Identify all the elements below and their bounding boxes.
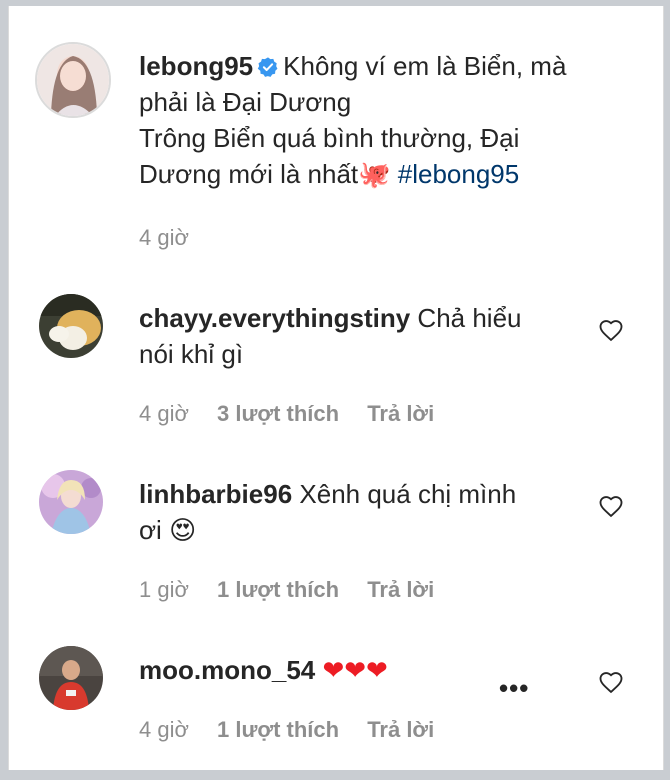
- commenter-avatar[interactable]: [39, 646, 103, 710]
- comment-likes[interactable]: 1 lượt thích: [217, 716, 339, 744]
- caption-line-2: phải là Đại Dương: [139, 87, 352, 117]
- comment-time[interactable]: 4 giờ: [139, 716, 189, 744]
- comment-line-1: Xênh quá chị mình: [299, 479, 517, 509]
- caption-line-4: Dương mới là nhất: [139, 159, 359, 189]
- comment-username[interactable]: moo.mono_54: [139, 655, 315, 685]
- comment-time[interactable]: 1 giờ: [139, 576, 189, 604]
- heart-eyes-emoji: 😍: [169, 516, 197, 546]
- comment-meta: 4 giờ 3 lượt thích Trả lời: [139, 400, 456, 428]
- caption-meta: 4 giờ: [139, 224, 211, 252]
- comment-username[interactable]: linhbarbie96: [139, 479, 292, 509]
- reply-button[interactable]: Trả lời: [367, 576, 434, 604]
- comment-meta: 4 giờ 1 lượt thích Trả lời: [139, 716, 456, 744]
- caption-text: lebong95 Không ví em là Biển, mà phải là …: [139, 48, 639, 193]
- verified-badge-icon: [257, 56, 279, 78]
- like-heart-icon[interactable]: [597, 668, 625, 696]
- caption-line-1: Không ví em là Biển, mà: [283, 51, 567, 81]
- comment-item: linhbarbie96 Xênh quá chị mình ơi 😍 1 gi…: [9, 452, 663, 628]
- reply-button[interactable]: Trả lời: [367, 400, 434, 428]
- comment-text: linhbarbie96 Xênh quá chị mình ơi 😍: [139, 476, 579, 549]
- comment-line-2: nói khỉ gì: [139, 339, 244, 369]
- caption-time[interactable]: 4 giờ: [139, 224, 189, 252]
- more-options-icon[interactable]: •••: [499, 675, 529, 701]
- caption-line-3: Trông Biển quá bình thường, Đại: [139, 123, 520, 153]
- comment-meta: 1 giờ 1 lượt thích Trả lời: [139, 576, 456, 604]
- comment-text: chayy.everythingstiny Chả hiểu nói khỉ g…: [139, 300, 579, 372]
- like-heart-icon[interactable]: [597, 316, 625, 344]
- caption-hashtag[interactable]: #lebong95: [398, 159, 519, 189]
- red-hearts-emoji: ❤❤❤: [322, 656, 388, 686]
- caption-username[interactable]: lebong95: [139, 51, 253, 81]
- commenter-avatar[interactable]: [39, 294, 103, 358]
- comment-line-1: Chả hiểu: [417, 303, 522, 333]
- commenter-avatar[interactable]: [39, 470, 103, 534]
- caption-author-avatar[interactable]: [35, 42, 111, 118]
- comment-item: chayy.everythingstiny Chả hiểu nói khỉ g…: [9, 276, 663, 452]
- comment-likes[interactable]: 3 lượt thích: [217, 400, 339, 428]
- comment-likes[interactable]: 1 lượt thích: [217, 576, 339, 604]
- comment-line-2: ơi: [139, 515, 162, 545]
- comment-item: moo.mono_54 ❤❤❤ ••• 4 giờ 1 lượt thích T…: [9, 628, 663, 770]
- caption-row: lebong95 Không ví em là Biển, mà phải là …: [9, 6, 663, 276]
- like-heart-icon[interactable]: [597, 492, 625, 520]
- octopus-emoji: 🐙: [358, 160, 391, 190]
- reply-button[interactable]: Trả lời: [367, 716, 434, 744]
- comment-username[interactable]: chayy.everythingstiny: [139, 303, 410, 333]
- comment-time[interactable]: 4 giờ: [139, 400, 189, 428]
- comments-panel: lebong95 Không ví em là Biển, mà phải là …: [8, 6, 664, 770]
